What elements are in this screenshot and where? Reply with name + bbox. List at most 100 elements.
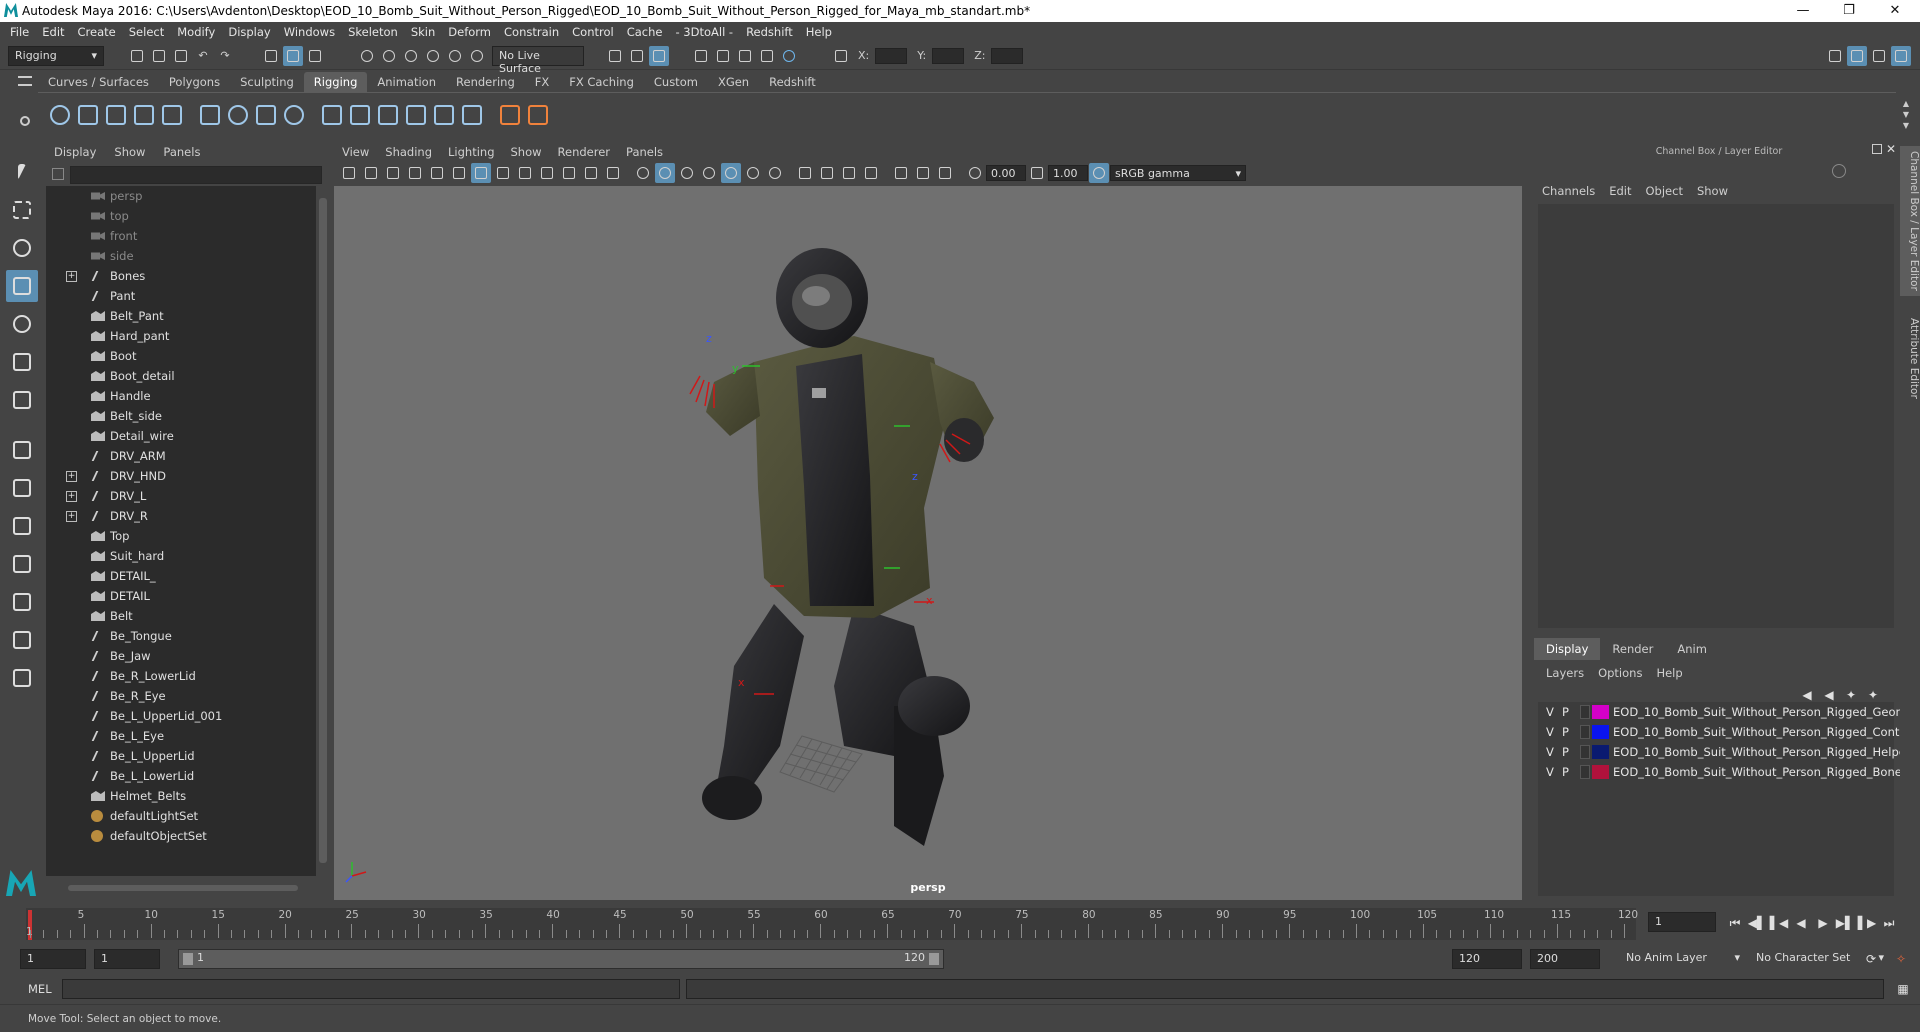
- new-scene-icon[interactable]: [127, 46, 147, 66]
- outliner-item[interactable]: DETAIL_: [46, 566, 316, 586]
- layer-row[interactable]: V P EOD_10_Bomb_Suit_Without_Person_Rigged…: [1538, 722, 1920, 742]
- menuset-dropdown[interactable]: Rigging ▾: [8, 45, 104, 66]
- viewport-menu-shading[interactable]: Shading: [385, 145, 432, 159]
- layout-extra-icon[interactable]: [6, 662, 38, 694]
- menu-create[interactable]: Create: [78, 25, 116, 39]
- joint-tool-icon[interactable]: [74, 99, 102, 131]
- menu-cache[interactable]: Cache: [627, 25, 663, 39]
- attribute-editor-toggle-icon[interactable]: [1847, 45, 1867, 66]
- point-constraint-icon[interactable]: [346, 99, 374, 131]
- side-tab-channel-box[interactable]: Channel Box / Layer Editor: [1900, 146, 1920, 296]
- output-ops-icon[interactable]: [627, 46, 647, 66]
- field-chart-icon[interactable]: [559, 163, 579, 183]
- wireframe-icon[interactable]: [633, 163, 653, 183]
- outliner-item[interactable]: Detail_wire: [46, 426, 316, 446]
- float-panel-icon[interactable]: [1872, 144, 1882, 154]
- menu-redshift[interactable]: Redshift: [746, 25, 793, 39]
- shelf-settings-gear-icon[interactable]: [20, 116, 30, 126]
- menu-skeleton[interactable]: Skeleton: [348, 25, 398, 39]
- shelf-tab-sculpting[interactable]: Sculpting: [230, 72, 304, 92]
- menu-select[interactable]: Select: [129, 25, 164, 39]
- outliner-hscrollbar[interactable]: [56, 882, 314, 894]
- channel-box-toggle-icon[interactable]: [1891, 45, 1911, 66]
- resolution-gate-icon[interactable]: [515, 163, 535, 183]
- motion-blur-icon[interactable]: [795, 163, 815, 183]
- shelf-tab-fx[interactable]: FX: [525, 72, 560, 92]
- isolate-select-icon[interactable]: [861, 163, 881, 183]
- exposure-icon[interactable]: [965, 163, 985, 183]
- channel-menu-edit[interactable]: Edit: [1609, 184, 1631, 198]
- menu-modify[interactable]: Modify: [177, 25, 215, 39]
- step-forward-key-icon[interactable]: ▶▌: [1836, 914, 1854, 932]
- range-start-handle[interactable]: [183, 953, 193, 965]
- snap-curve-icon[interactable]: [379, 46, 399, 66]
- ipr-render-icon[interactable]: [735, 46, 755, 66]
- use-all-lights-icon[interactable]: [721, 163, 741, 183]
- orient-constraint-icon[interactable]: [374, 99, 402, 131]
- outliner-item[interactable]: Boot_detail: [46, 366, 316, 386]
- menu-display[interactable]: Display: [228, 25, 270, 39]
- gamma-field[interactable]: 1.00: [1048, 165, 1088, 181]
- set-driven-key-icon[interactable]: [524, 99, 552, 131]
- add-attribute-icon[interactable]: [496, 99, 524, 131]
- channel-menu-channels[interactable]: Channels: [1542, 184, 1595, 198]
- move-tool-icon[interactable]: [6, 270, 38, 302]
- outliner-item[interactable]: front: [46, 226, 316, 246]
- outliner-item[interactable]: Boot: [46, 346, 316, 366]
- menu-3dtoall[interactable]: - 3DtoAll -: [675, 25, 733, 39]
- select-component-icon[interactable]: [305, 46, 325, 66]
- layer-tab-render[interactable]: Render: [1600, 638, 1665, 660]
- layer-playback-toggle[interactable]: P: [1562, 765, 1569, 779]
- aim-constraint-icon[interactable]: [430, 99, 458, 131]
- outliner-search-input[interactable]: [70, 166, 322, 184]
- layer-row[interactable]: V P EOD_10_Bomb_Suit_Without_Person_Rigged…: [1538, 742, 1917, 762]
- scale-constraint-icon[interactable]: [402, 99, 430, 131]
- camera-select-icon[interactable]: [339, 163, 359, 183]
- side-tab-attribute-editor[interactable]: Attribute Editor: [1900, 308, 1920, 408]
- channel-menu-show[interactable]: Show: [1697, 184, 1728, 198]
- outliner-vscrollbar[interactable]: [316, 186, 330, 876]
- select-object-icon[interactable]: [283, 45, 303, 66]
- bind-skin-icon[interactable]: [196, 99, 224, 131]
- open-scene-icon[interactable]: [149, 46, 169, 66]
- z-input[interactable]: [991, 47, 1024, 64]
- outliner-item[interactable]: Handle: [46, 386, 316, 406]
- outliner-menu-display[interactable]: Display: [54, 145, 96, 159]
- scale-tool-icon[interactable]: [6, 346, 38, 378]
- play-backwards-icon[interactable]: ◀: [1792, 914, 1810, 932]
- time-ruler[interactable]: 1 51015202530354045505560657075808590951…: [26, 908, 1638, 940]
- film-gate-icon[interactable]: [493, 163, 513, 183]
- expand-icon[interactable]: +: [66, 271, 77, 282]
- view-transform-dropdown[interactable]: sRGB gamma ▾: [1110, 165, 1246, 181]
- play-forwards-icon[interactable]: ▶: [1814, 914, 1832, 932]
- paint-weights-icon[interactable]: [224, 99, 252, 131]
- animation-end-field[interactable]: 200: [1530, 949, 1600, 969]
- shadows-icon[interactable]: [743, 163, 763, 183]
- image-plane-icon[interactable]: [405, 163, 425, 183]
- expand-icon[interactable]: +: [66, 491, 77, 502]
- undo-icon[interactable]: ↶: [193, 46, 213, 66]
- menu-file[interactable]: File: [10, 25, 29, 39]
- outliner-item[interactable]: DETAIL: [46, 586, 316, 606]
- script-editor-icon[interactable]: ▦: [1894, 980, 1912, 998]
- outliner-item[interactable]: Be_Tongue: [46, 626, 316, 646]
- layer-display-type-toggle[interactable]: [1580, 765, 1590, 779]
- exposure-field[interactable]: 0.00: [986, 165, 1026, 181]
- make-live-icon[interactable]: [467, 46, 487, 66]
- color-management-icon[interactable]: [1089, 163, 1109, 183]
- outliner-item[interactable]: Suit_hard: [46, 546, 316, 566]
- layer-color-swatch[interactable]: [1592, 745, 1609, 759]
- viewport-menu-renderer[interactable]: Renderer: [558, 145, 611, 159]
- layer-display-type-toggle[interactable]: [1580, 745, 1590, 759]
- outliner-menu-panels[interactable]: Panels: [163, 145, 200, 159]
- step-forward-frame-icon[interactable]: ▌▶: [1858, 914, 1876, 932]
- shelf-tab-xgen[interactable]: XGen: [708, 72, 759, 92]
- menu-constrain[interactable]: Constrain: [504, 25, 559, 39]
- live-surface-field[interactable]: No Live Surface: [492, 45, 584, 75]
- parent-constraint-icon[interactable]: [318, 99, 346, 131]
- outliner-menu-show[interactable]: Show: [114, 145, 145, 159]
- ambient-occlusion-icon[interactable]: [765, 163, 785, 183]
- outliner-item[interactable]: Be_L_UpperLid: [46, 746, 316, 766]
- outliner-item[interactable]: top: [46, 206, 316, 226]
- layer-menu-options[interactable]: Options: [1598, 666, 1642, 680]
